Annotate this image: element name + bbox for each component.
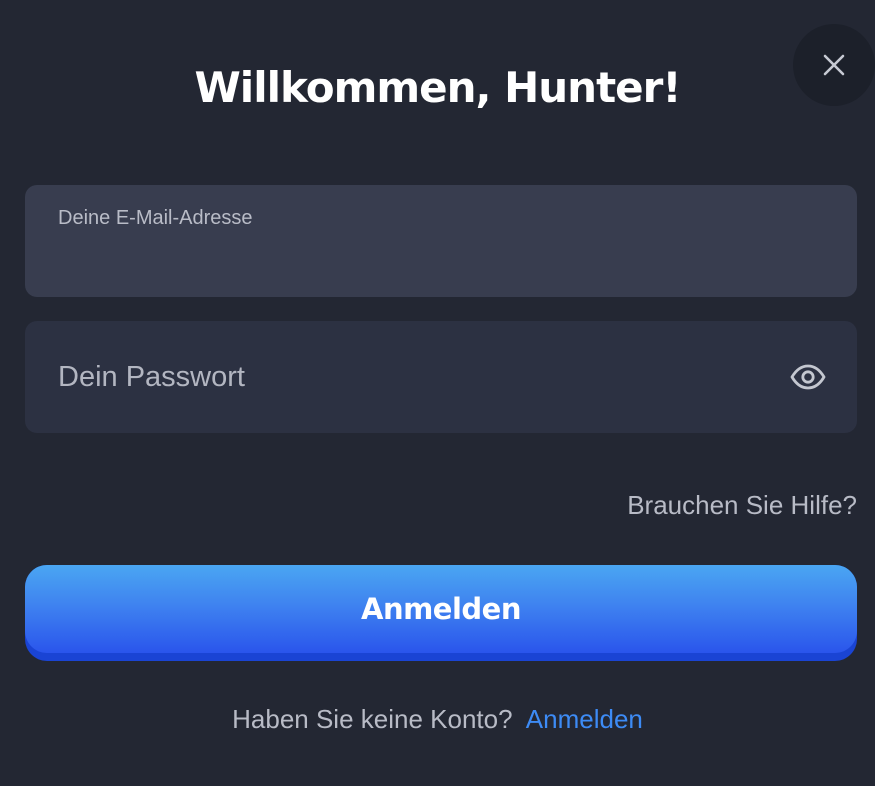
- password-field[interactable]: [25, 321, 857, 433]
- dialog-title: Willkommen, Hunter!: [194, 63, 681, 112]
- email-field[interactable]: Deine E-Mail-Adresse: [25, 185, 857, 297]
- email-field-label: Deine E-Mail-Adresse: [58, 207, 253, 229]
- signup-prompt-text: Haben Sie keine Konto?: [232, 704, 513, 734]
- login-button-label: Anmelden: [25, 565, 857, 653]
- password-input[interactable]: [58, 357, 758, 397]
- help-link[interactable]: Brauchen Sie Hilfe?: [627, 490, 857, 521]
- eye-icon: [790, 364, 826, 390]
- email-input[interactable]: [58, 239, 818, 279]
- login-button[interactable]: Anmelden: [25, 565, 857, 661]
- login-dialog: Willkommen, Hunter! Deine E-Mail-Adresse…: [0, 0, 875, 786]
- signup-link[interactable]: Anmelden: [526, 704, 643, 734]
- toggle-password-visibility-button[interactable]: [788, 359, 828, 395]
- signup-prompt: Haben Sie keine Konto? Anmelden: [0, 704, 875, 735]
